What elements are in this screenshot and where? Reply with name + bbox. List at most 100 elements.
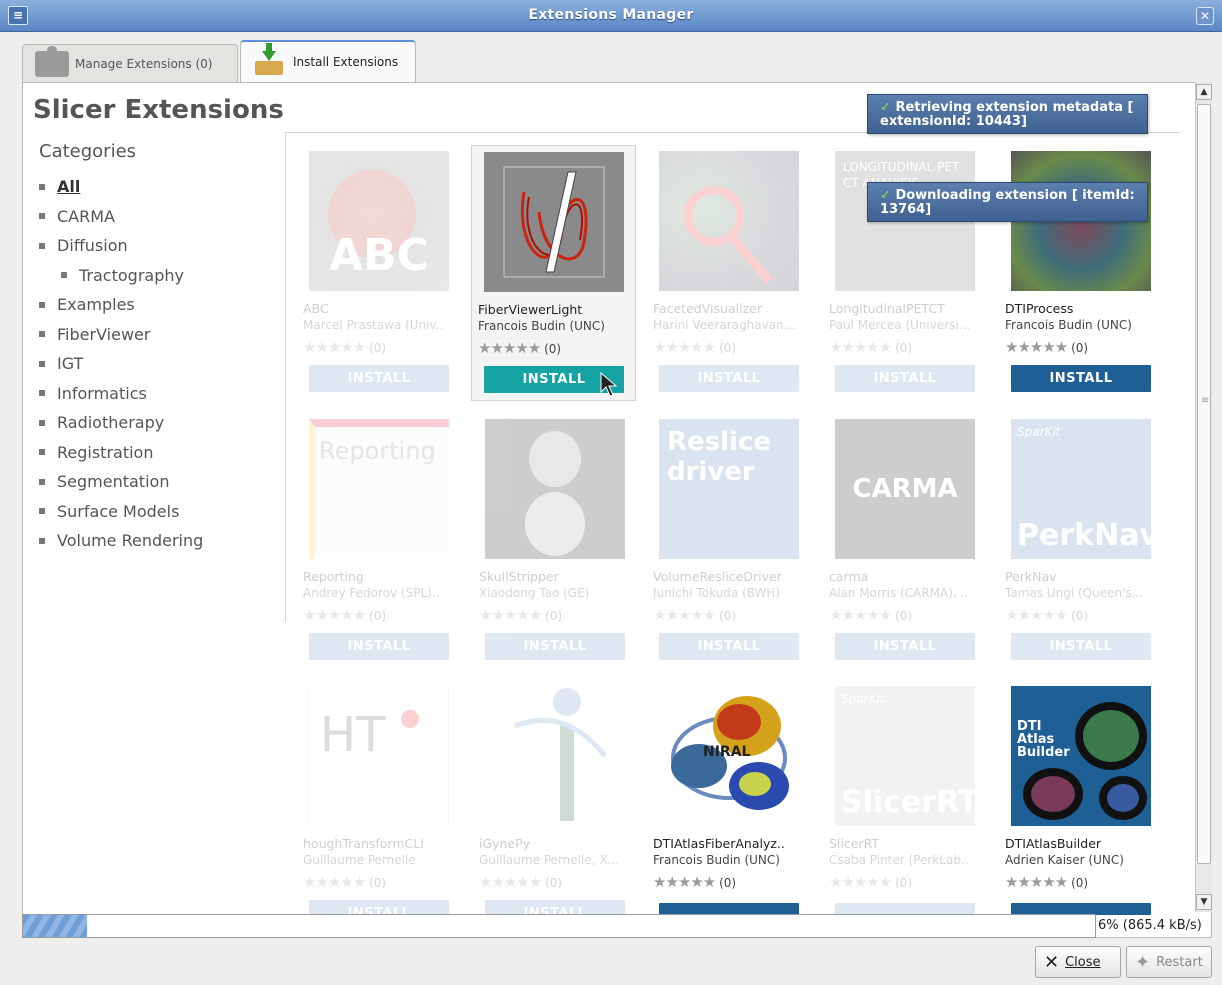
category-carma[interactable]: CARMA	[39, 202, 279, 232]
install-button[interactable]: INSTALL	[1011, 365, 1151, 392]
extension-thumbnail: SparKit PerkNav	[1011, 419, 1151, 559]
extension-thumbnail: SparKit SlicerRT	[835, 686, 975, 826]
window-title: Extensions Manager	[528, 7, 694, 23]
extension-name: DTIProcess	[1005, 301, 1074, 316]
install-button[interactable]: INSTALL	[659, 633, 799, 660]
extension-author: Francois Budin (UNC)	[1005, 318, 1132, 332]
extension-name: carma	[829, 569, 869, 584]
scroll-up-icon[interactable]: ▲	[1196, 84, 1212, 100]
category-examples[interactable]: Examples	[39, 290, 279, 320]
tab-label: Install Extensions	[293, 55, 399, 69]
extension-author: Francois Budin (UNC)	[653, 853, 780, 867]
extension-name: SlicerRT	[829, 836, 879, 851]
sidebar-divider	[285, 132, 286, 622]
category-informatics[interactable]: Informatics	[39, 379, 279, 409]
tab-label: Manage Extensions (0)	[75, 56, 213, 71]
category-segmentation[interactable]: Segmentation	[39, 467, 279, 497]
scrollbar-thumb[interactable]: ≡	[1197, 104, 1211, 864]
close-x-icon: ✕	[1044, 951, 1060, 973]
extension-name: PerkNav	[1005, 569, 1057, 584]
restart-button[interactable]: ✦ Restart	[1126, 946, 1212, 978]
stars-icon: ★★★★★	[1005, 606, 1068, 624]
close-button[interactable]: ✕ Close	[1035, 946, 1121, 978]
progress-label: 6% (865.4 kB/s)	[1098, 918, 1202, 933]
extension-author: Guillaume Pernelle	[303, 853, 416, 867]
categories-title: Categories	[39, 141, 137, 162]
rating: ★★★★★ (0)	[653, 873, 737, 891]
extension-thumbnail: NIRAL	[659, 686, 799, 826]
stars-icon: ★★★★★	[829, 606, 892, 624]
extension-card-reporting[interactable]: Reporting Reporting Andrey Fedorov (SPL)…	[297, 413, 449, 663]
extension-author: Marcel Prastawa (Univ..	[303, 318, 444, 332]
rating: ★★★★★ (0)	[1005, 338, 1089, 356]
extension-thumbnail	[659, 151, 799, 291]
extension-card-skullstripper[interactable]: SkullStripper Xiaodong Tao (GE) ★★★★★ (0…	[473, 413, 625, 663]
extension-author: Francois Budin (UNC)	[478, 319, 605, 333]
stars-icon: ★★★★★	[303, 873, 366, 891]
window-close-icon[interactable]: ✕	[1196, 7, 1214, 25]
download-box-icon	[253, 43, 287, 75]
install-button[interactable]: INSTALL	[835, 365, 975, 392]
install-button[interactable]: INSTALL	[659, 365, 799, 392]
stars-icon: ★★★★★	[479, 873, 542, 891]
extension-card-perknav[interactable]: SparKit PerkNav PerkNav Tamas Ungi (Quee…	[999, 413, 1151, 663]
vertical-scrollbar[interactable]: ▲ ≡ ▼	[1195, 82, 1212, 912]
extension-name: DTIAtlasBuilder	[1005, 836, 1102, 851]
mouse-cursor-icon	[600, 372, 618, 397]
install-button[interactable]: INSTALL	[485, 633, 625, 660]
rating: ★★★★★ (0)	[478, 339, 562, 357]
category-registration[interactable]: Registration	[39, 438, 279, 468]
category-diffusion[interactable]: Diffusion	[39, 231, 279, 261]
extension-card-igynepy[interactable]: iGynePy Guillaume Pernelle, X... ★★★★★ (…	[473, 680, 625, 930]
scroll-down-icon[interactable]: ▼	[1196, 894, 1212, 910]
category-radiotherapy[interactable]: Radiotherapy	[39, 408, 279, 438]
extension-name: FacetedVisualizer	[653, 301, 762, 316]
extension-name: iGynePy	[479, 836, 531, 851]
extension-card-abc[interactable]: ABC ABC Marcel Prastawa (Univ.. ★★★★★ (0…	[297, 145, 449, 395]
category-tractography[interactable]: Tractography	[39, 261, 279, 291]
extension-card-dtiatlasfiberanalyzer[interactable]: NIRAL DTIAtlasFiberAnalyz.. Francois Bud…	[647, 680, 799, 930]
tab-manage-extensions[interactable]: Manage Extensions (0)	[22, 44, 238, 82]
title-bar: ≡ Extensions Manager ✕	[0, 0, 1222, 32]
install-button[interactable]: INSTALL	[309, 633, 449, 660]
stars-icon: ★★★★★	[303, 606, 366, 624]
category-igt[interactable]: IGT	[39, 349, 279, 379]
install-button[interactable]: INSTALL	[309, 365, 449, 392]
install-button[interactable]: INSTALL	[835, 633, 975, 660]
install-button[interactable]: INSTALL	[1011, 633, 1151, 660]
notification-retrieving: ✓ Retrieving extension metadata [ extens…	[867, 94, 1148, 134]
rating: ★★★★★ (0)	[1005, 873, 1089, 891]
category-all[interactable]: All	[39, 172, 279, 202]
extension-card-fiberviewerlight[interactable]: FiberViewerLight Francois Budin (UNC) ★★…	[471, 145, 636, 401]
stars-icon: ★★★★★	[653, 338, 716, 356]
extension-card-carma[interactable]: CARMA carma Alan Morris (CARMA), .. ★★★★…	[823, 413, 975, 663]
extension-author: Alan Morris (CARMA), ..	[829, 586, 969, 600]
extension-card-facetedvisualizer[interactable]: FacetedVisualizer Harini Veeraraghavan..…	[647, 145, 799, 395]
stars-icon: ★★★★★	[478, 339, 541, 357]
rating: ★★★★★ (0)	[1005, 606, 1089, 624]
notification-downloading: ✓ Downloading extension [ itemId: 13764]	[867, 182, 1148, 222]
tab-install-extensions[interactable]: Install Extensions	[240, 40, 416, 82]
extension-name: SkullStripper	[479, 569, 559, 584]
extension-name: LongitudinalPETCT	[829, 301, 945, 316]
extension-name: ABC	[303, 301, 329, 316]
extensions-panel: Slicer Extensions Categories All CARMA D…	[22, 82, 1212, 938]
extension-name: VolumeResliceDriver	[653, 569, 782, 584]
extension-author: Tamas Ungi (Queen's...	[1005, 586, 1144, 600]
extension-thumbnail: HT	[309, 686, 449, 826]
extension-card-volumereslicedriver[interactable]: Reslice driver VolumeResliceDriver Junic…	[647, 413, 799, 663]
fiber-bundle-icon	[503, 166, 605, 278]
stars-icon: ★★★★★	[829, 338, 892, 356]
extension-card-dtiatlasbuilder[interactable]: DTI Atlas Builder DTIAtlasBuilder Adrien…	[999, 680, 1151, 930]
extension-card-slicerrt[interactable]: SparKit SlicerRT SlicerRT Csaba Pinter (…	[823, 680, 975, 930]
page-title: Slicer Extensions	[33, 95, 284, 125]
extension-card-houghtransformcli[interactable]: HT houghTransformCLI Guillaume Pernelle …	[297, 680, 449, 930]
category-volume-rendering[interactable]: Volume Rendering	[39, 526, 279, 556]
extension-thumbnail	[485, 419, 625, 559]
category-fiberviewer[interactable]: FiberViewer	[39, 320, 279, 350]
extension-name: DTIAtlasFiberAnalyz..	[653, 836, 785, 851]
category-surface-models[interactable]: Surface Models	[39, 497, 279, 527]
stars-icon: ★★★★★	[1005, 873, 1068, 891]
extension-thumbnail	[485, 686, 625, 826]
restart-icon: ✦	[1135, 951, 1151, 973]
